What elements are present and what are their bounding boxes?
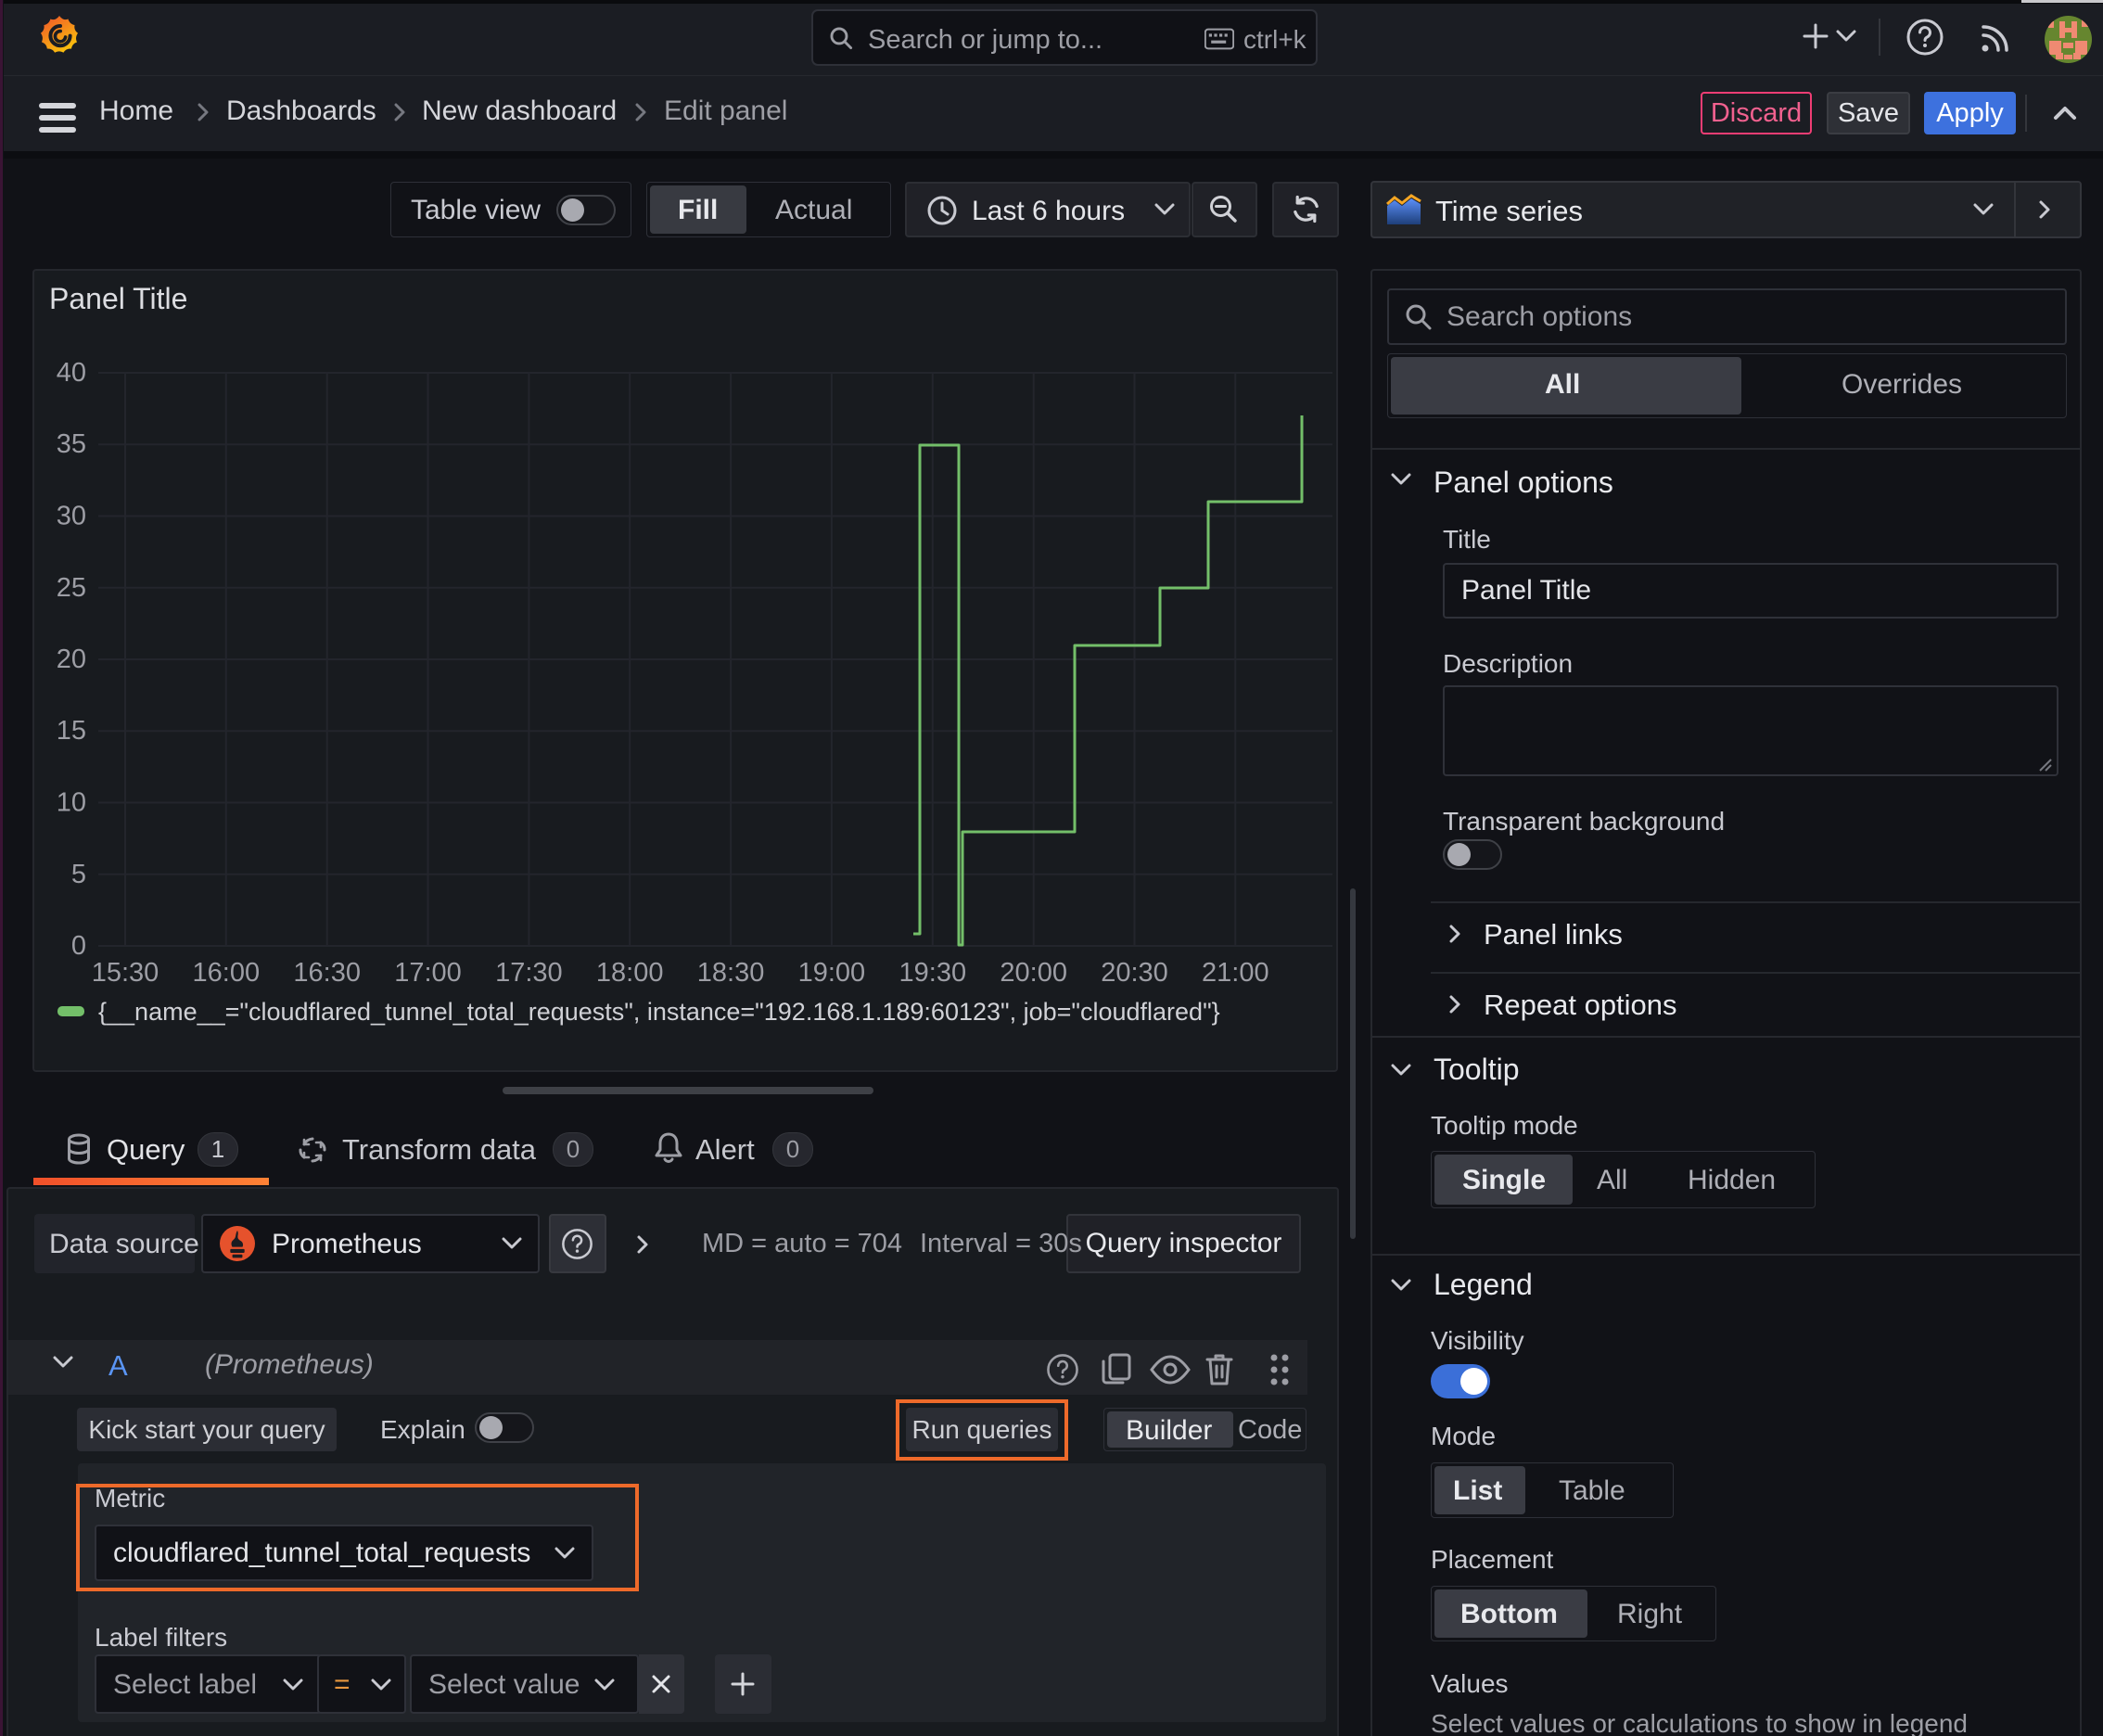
svg-text:40: 40 bbox=[57, 358, 86, 388]
svg-text:17:00: 17:00 bbox=[394, 958, 462, 988]
svg-text:15:30: 15:30 bbox=[92, 958, 159, 988]
svg-text:19:30: 19:30 bbox=[899, 958, 967, 988]
svg-text:19:00: 19:00 bbox=[798, 958, 866, 988]
svg-text:18:00: 18:00 bbox=[596, 958, 664, 988]
svg-text:17:30: 17:30 bbox=[495, 958, 563, 988]
svg-text:25: 25 bbox=[57, 573, 86, 603]
svg-text:20:00: 20:00 bbox=[1000, 958, 1067, 988]
svg-text:10: 10 bbox=[57, 788, 86, 818]
svg-text:21:00: 21:00 bbox=[1202, 958, 1269, 988]
svg-text:20: 20 bbox=[57, 645, 86, 674]
svg-text:16:30: 16:30 bbox=[293, 958, 361, 988]
svg-text:18:30: 18:30 bbox=[697, 958, 765, 988]
svg-text:35: 35 bbox=[57, 429, 86, 459]
svg-text:0: 0 bbox=[71, 931, 86, 961]
svg-text:16:00: 16:00 bbox=[193, 958, 261, 988]
svg-text:20:30: 20:30 bbox=[1101, 958, 1168, 988]
svg-text:15: 15 bbox=[57, 716, 86, 746]
svg-text:30: 30 bbox=[57, 502, 86, 531]
svg-text:5: 5 bbox=[71, 860, 86, 889]
